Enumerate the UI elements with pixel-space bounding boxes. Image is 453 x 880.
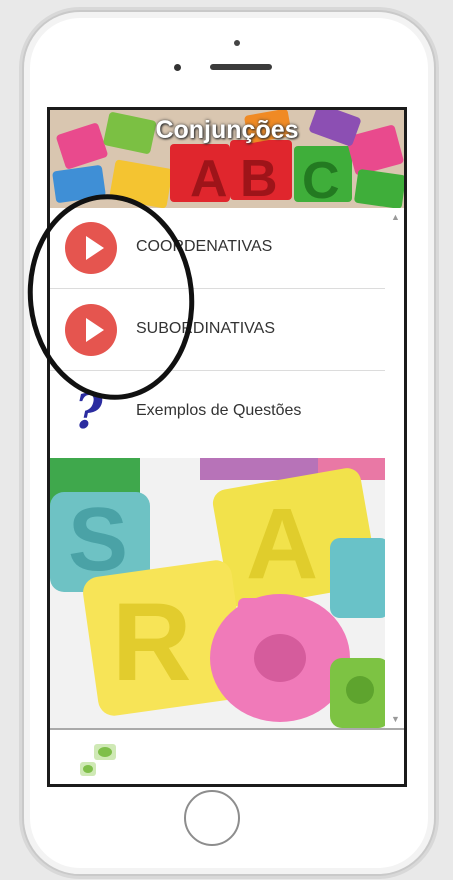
sensor-icon bbox=[174, 64, 181, 71]
bottom-bar bbox=[50, 728, 404, 784]
camera-icon bbox=[234, 40, 240, 46]
svg-text:A: A bbox=[190, 150, 228, 208]
svg-text:R: R bbox=[112, 581, 191, 704]
svg-text:B: B bbox=[240, 150, 278, 208]
app-logo-icon[interactable] bbox=[78, 742, 118, 778]
svg-text:C: C bbox=[302, 152, 340, 208]
svg-text:A: A bbox=[246, 488, 318, 600]
speaker-grille bbox=[210, 64, 272, 70]
letter-blocks-image: S A R bbox=[50, 458, 385, 728]
menu-item-label: Exemplos de Questões bbox=[136, 402, 302, 419]
scrollbar[interactable]: ▲ ▼ bbox=[386, 208, 404, 728]
page-title: Conjunções bbox=[155, 116, 299, 144]
home-button[interactable] bbox=[184, 790, 240, 846]
scroll-down-icon[interactable]: ▼ bbox=[391, 714, 400, 724]
scroll-up-icon[interactable]: ▲ bbox=[391, 212, 400, 222]
